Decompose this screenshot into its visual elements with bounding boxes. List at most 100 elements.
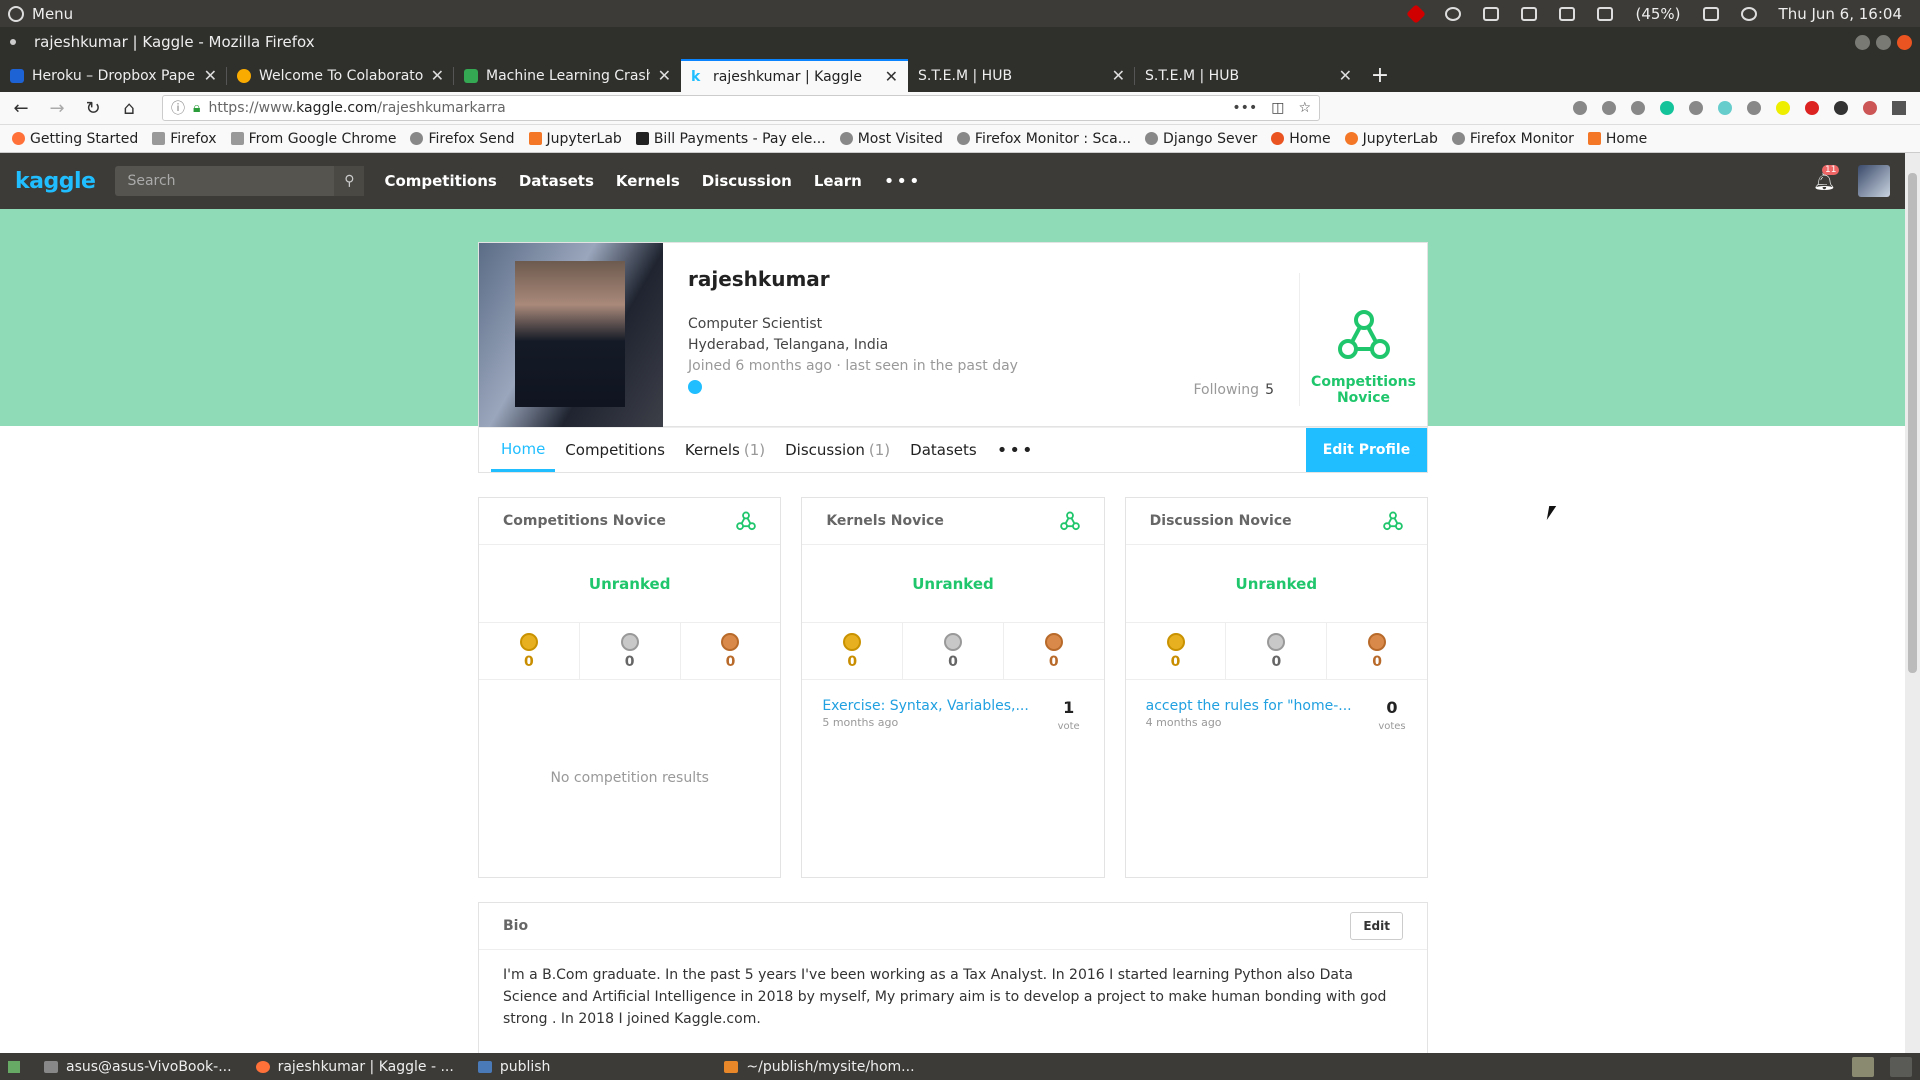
bookmark-item[interactable]: Getting Started	[12, 131, 138, 147]
scrollbar-thumb[interactable]	[1908, 173, 1917, 673]
browser-tab-ml-crash-course[interactable]: Machine Learning Crash C ✕	[454, 59, 681, 92]
more-tabs-icon[interactable]: •••	[987, 428, 1045, 472]
reload-button[interactable]: ↻	[78, 94, 108, 122]
browser-tab-stem-hub-1[interactable]: S.T.E.M | HUB ✕	[908, 59, 1135, 92]
more-menu-icon[interactable]: •••	[884, 171, 922, 192]
downloads-icon[interactable]	[1573, 101, 1587, 115]
browser-tab-colab[interactable]: Welcome To Colaboratory ✕	[227, 59, 454, 92]
home-button[interactable]: ⌂	[114, 94, 144, 122]
extension-icon[interactable]	[1834, 101, 1848, 115]
bookmark-item[interactable]: Most Visited	[839, 131, 943, 147]
taskbar-item-editor[interactable]: ~/publish/mysite/hom...	[724, 1059, 915, 1075]
tab-discussion[interactable]: Discussion (1)	[775, 428, 900, 472]
browser-tab-kaggle[interactable]: k rajeshkumar | Kaggle ✕	[681, 59, 908, 92]
trash-icon[interactable]	[1890, 1056, 1912, 1077]
tab-datasets[interactable]: Datasets	[900, 428, 987, 472]
sidebar-icon[interactable]	[1631, 101, 1645, 115]
close-tab-icon[interactable]: ✕	[204, 66, 217, 85]
notifications-bell-icon[interactable]: 🔔︎ 11	[1813, 165, 1840, 192]
bookmark-item[interactable]: Home	[1587, 131, 1647, 147]
pocket-icon[interactable]: ◫	[1271, 100, 1284, 116]
extension-icon[interactable]	[1689, 101, 1703, 115]
close-window-button[interactable]	[1897, 34, 1912, 50]
volume-icon[interactable]	[1702, 6, 1719, 21]
edit-profile-button[interactable]: Edit Profile	[1306, 428, 1427, 472]
bookmark-item[interactable]: JupyterLab	[528, 131, 622, 147]
tab-kernels[interactable]: Kernels (1)	[675, 428, 775, 472]
tab-home[interactable]: Home	[491, 428, 556, 472]
show-desktop-icon[interactable]	[8, 1060, 20, 1073]
discussion-link[interactable]: accept the rules for "home-...	[1146, 698, 1377, 714]
grammarly-icon[interactable]	[1660, 101, 1674, 115]
back-button[interactable]: ←	[6, 94, 36, 122]
search-input[interactable]: Search ⚲	[115, 166, 365, 196]
user-avatar[interactable]	[1858, 165, 1890, 197]
mail-icon[interactable]	[1559, 6, 1576, 21]
battery-icon[interactable]	[1597, 6, 1614, 21]
bookmark-item[interactable]: Bill Payments - Pay ele...	[635, 131, 826, 147]
nav-competitions[interactable]: Competitions	[384, 172, 496, 190]
bookmark-item[interactable]: Django Sever	[1145, 131, 1257, 147]
bluetooth-icon[interactable]	[1483, 6, 1500, 21]
hamburger-menu-icon[interactable]	[1892, 101, 1906, 115]
bookmark-item[interactable]: Firefox Send	[410, 131, 515, 147]
taskbar-item-terminal[interactable]: asus@asus-VivoBook-...	[44, 1059, 232, 1075]
gold-medal: 0	[802, 623, 904, 679]
nav-datasets[interactable]: Datasets	[519, 172, 594, 190]
lightbulb-icon[interactable]	[1445, 6, 1462, 21]
new-tab-button[interactable]: +	[1362, 59, 1398, 92]
silver-medal-icon	[1267, 632, 1286, 651]
profile-icon[interactable]	[1863, 101, 1877, 115]
pdf-icon[interactable]	[1805, 101, 1819, 115]
forward-button[interactable]: →	[42, 94, 72, 122]
bookmark-item[interactable]: JupyterLab	[1344, 131, 1438, 147]
nav-kernels[interactable]: Kernels	[616, 172, 680, 190]
site-info-icon[interactable]: ⓘ	[171, 98, 185, 118]
firefox-workspace-icon[interactable]	[1852, 1056, 1874, 1077]
search-icon[interactable]: ⚲	[334, 166, 365, 196]
empty-state: No competition results	[550, 770, 709, 786]
tab-competitions[interactable]: Competitions	[555, 428, 675, 472]
taskbar-item-folder[interactable]: publish	[477, 1059, 550, 1075]
library-icon[interactable]	[1602, 101, 1616, 115]
browser-tab-stem-hub-2[interactable]: S.T.E.M | HUB ✕	[1135, 59, 1362, 92]
gold-medal-icon	[843, 632, 862, 651]
nav-discussion[interactable]: Discussion	[702, 172, 792, 190]
taskbar-item-firefox[interactable]: rajeshkumar | Kaggle - ...	[255, 1059, 454, 1075]
close-tab-icon[interactable]: ✕	[1112, 66, 1125, 85]
page-actions-icon[interactable]: •••	[1232, 100, 1257, 116]
extension-icon[interactable]	[1776, 101, 1790, 115]
rank-status: Unranked	[1125, 545, 1427, 623]
minimize-window-button[interactable]	[1855, 34, 1870, 50]
bookmark-folder[interactable]: From Google Chrome	[230, 131, 396, 147]
alert-icon[interactable]	[1406, 3, 1427, 24]
following-stat[interactable]: Following 5	[1194, 382, 1275, 398]
close-tab-icon[interactable]: ✕	[658, 66, 671, 85]
kaggle-logo[interactable]: kaggle	[15, 169, 96, 194]
kernels-column: Kernels Novice Unranked 0 0 0 Exercise: …	[801, 497, 1105, 878]
url-bar[interactable]: ⓘ 🔒︎ https://www.kaggle.com/rajeshkumark…	[162, 95, 1320, 121]
bio-edit-button[interactable]: Edit	[1350, 912, 1403, 940]
close-tab-icon[interactable]: ✕	[1339, 66, 1352, 85]
globe-icon	[956, 132, 970, 145]
settings-gear-icon[interactable]	[1740, 6, 1757, 21]
bookmark-item[interactable]: Home	[1271, 131, 1331, 147]
bookmark-item[interactable]: Firefox Monitor	[1451, 131, 1574, 147]
kernel-link[interactable]: Exercise: Syntax, Variables,...	[822, 698, 1053, 714]
extension-icon[interactable]	[1747, 101, 1761, 115]
system-menu[interactable]: Menu	[0, 5, 73, 23]
tier-network-icon	[736, 511, 757, 531]
github-icon[interactable]	[688, 380, 702, 394]
close-tab-icon[interactable]: ✕	[885, 67, 898, 86]
nav-learn[interactable]: Learn	[814, 172, 862, 190]
clock[interactable]: Thu Jun 6, 16:04	[1779, 5, 1902, 23]
maximize-window-button[interactable]	[1876, 34, 1891, 50]
page-scrollbar[interactable]	[1905, 153, 1920, 1053]
close-tab-icon[interactable]: ✕	[431, 66, 444, 85]
wifi-icon[interactable]	[1521, 6, 1538, 21]
bookmark-folder[interactable]: Firefox	[152, 131, 217, 147]
bookmark-item[interactable]: Firefox Monitor : Sca...	[956, 131, 1131, 147]
browser-tab-dropbox[interactable]: Heroku – Dropbox Paper ✕	[0, 59, 227, 92]
bookmark-star-icon[interactable]: ☆	[1298, 100, 1311, 116]
extension-icon[interactable]	[1718, 101, 1732, 115]
